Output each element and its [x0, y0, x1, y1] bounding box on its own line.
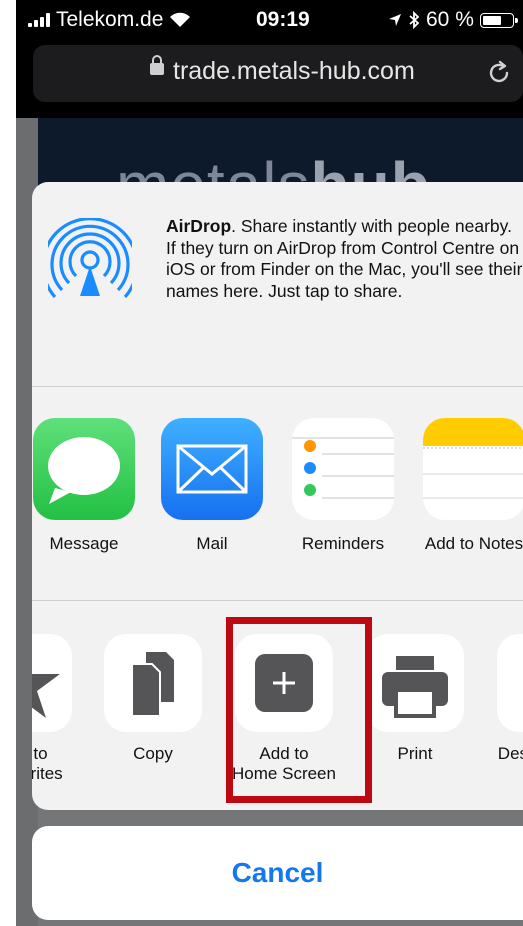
clock: 09:19: [256, 8, 310, 31]
status-and-url-bar: Telekom.de 09:19 60 % trade.metals-hub.c…: [16, 0, 523, 118]
system-status: 60 %: [388, 8, 518, 32]
location-icon: [389, 14, 401, 26]
messages-icon: [33, 418, 135, 520]
app-reminders[interactable]: Reminders: [284, 418, 402, 554]
url-text: trade.metals-hub.com: [173, 57, 415, 85]
mail-icon: [161, 418, 263, 520]
star-icon: [32, 634, 72, 732]
airdrop-section[interactable]: AirDrop. Share instantly with people nea…: [32, 182, 523, 386]
apps-row: Message Mail Reminders Add to Notes: [32, 418, 523, 558]
wifi-icon: [170, 12, 191, 27]
app-notes[interactable]: Add to Notes: [415, 418, 523, 554]
app-mail[interactable]: Mail: [153, 418, 271, 554]
print-icon: [366, 634, 464, 732]
lock-icon: [150, 55, 164, 75]
airdrop-title: AirDrop: [166, 216, 232, 236]
battery-percent: 60 %: [426, 8, 474, 31]
address-bar[interactable]: trade.metals-hub.com: [33, 45, 523, 102]
app-message[interactable]: Message: [32, 418, 143, 554]
app-label: Add to Notes: [424, 534, 523, 553]
bluetooth-icon: [409, 11, 420, 29]
action-desktop-site[interactable]: Desktop Site: [487, 634, 523, 764]
action-add-to-favourites[interactable]: Add to Favourites: [32, 634, 82, 784]
airdrop-icon: [48, 218, 132, 299]
battery-icon: [479, 12, 518, 28]
action-copy[interactable]: Copy: [94, 634, 212, 764]
action-label: Add to Favourites: [32, 744, 63, 783]
reload-icon[interactable]: [485, 59, 513, 87]
app-label: Message: [49, 534, 119, 553]
desktop-icon: [497, 634, 523, 732]
app-label: Reminders: [301, 534, 385, 553]
action-label: Print: [397, 744, 433, 763]
reminders-icon: [292, 418, 394, 520]
section-divider: [32, 600, 523, 601]
action-print[interactable]: Print: [356, 634, 474, 764]
notes-icon: [423, 418, 523, 520]
cancel-button[interactable]: Cancel: [32, 826, 523, 920]
signal-icon: [28, 13, 50, 27]
action-label: Copy: [133, 744, 173, 763]
action-label: Desktop Site: [497, 744, 523, 763]
copy-icon: [104, 634, 202, 732]
carrier-label: Telekom.de: [56, 8, 164, 31]
app-label: Mail: [196, 534, 228, 553]
airdrop-description: AirDrop. Share instantly with people nea…: [166, 216, 523, 301]
highlight-frame: [226, 617, 372, 803]
section-divider: [32, 386, 523, 387]
carrier-status: Telekom.de: [28, 8, 191, 32]
